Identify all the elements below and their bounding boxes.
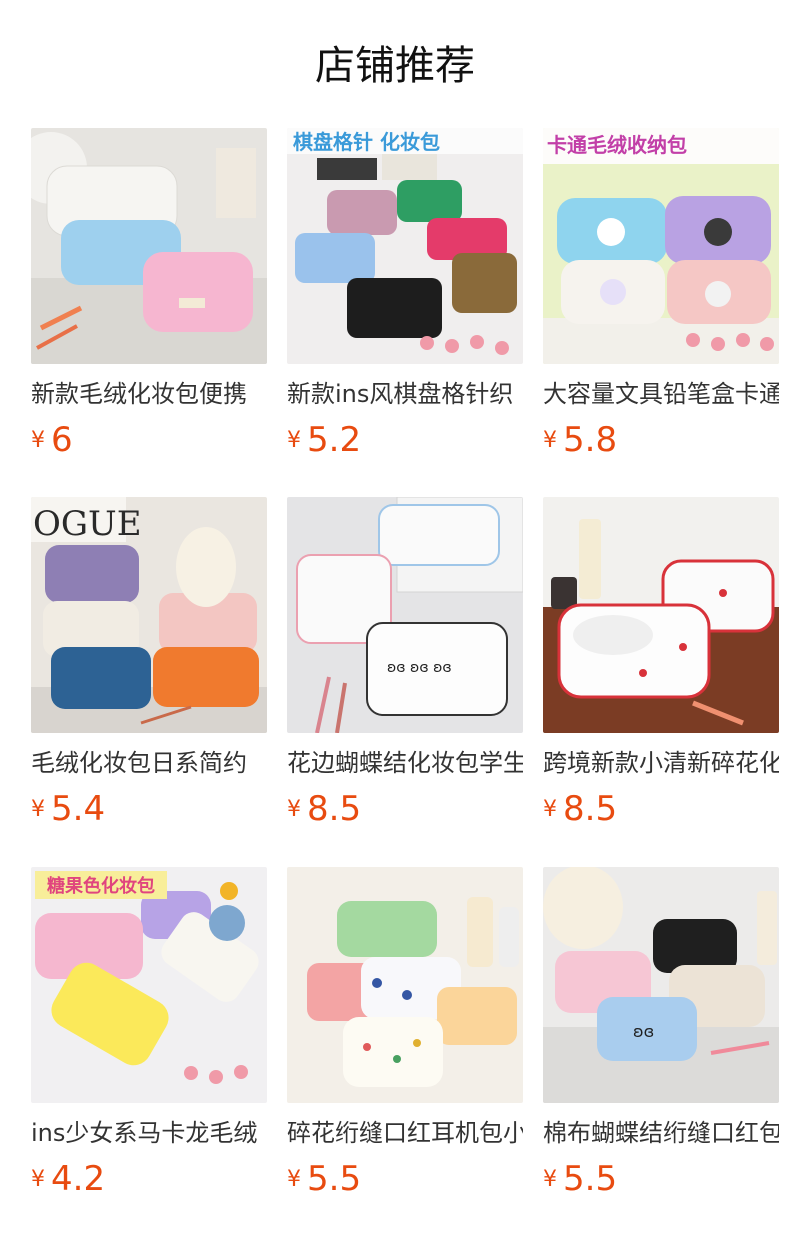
image-banner-text: 糖果色化妆包 bbox=[47, 875, 155, 897]
currency-symbol: ¥ bbox=[31, 428, 45, 453]
product-price: ¥5.4 bbox=[31, 789, 105, 829]
currency-symbol: ¥ bbox=[287, 428, 301, 453]
product-price: ¥5.5 bbox=[543, 1159, 617, 1199]
price-value: 5.8 bbox=[563, 420, 618, 460]
product-image[interactable]: ʚɞ bbox=[543, 867, 779, 1103]
product-name[interactable]: 跨境新款小清新碎花化 bbox=[543, 747, 779, 779]
product-price: ¥8.5 bbox=[543, 789, 617, 829]
currency-symbol: ¥ bbox=[31, 1167, 45, 1192]
price-value: 6 bbox=[51, 420, 73, 460]
price-value: 4.2 bbox=[51, 1159, 106, 1199]
product-price: ¥8.5 bbox=[287, 789, 361, 829]
product-price: ¥6 bbox=[31, 420, 73, 460]
product-name[interactable]: 花边蝴蝶结化妆包学生 bbox=[287, 747, 523, 779]
product-name[interactable]: 新款毛绒化妆包便携 bbox=[31, 378, 267, 410]
currency-symbol: ¥ bbox=[543, 797, 557, 822]
image-banner-text: 卡通毛绒收纳包 bbox=[547, 133, 687, 157]
product-price: ¥5.8 bbox=[543, 420, 617, 460]
product-image[interactable] bbox=[543, 497, 779, 733]
product-name[interactable]: ins少女系马卡龙毛绒 bbox=[31, 1117, 267, 1149]
product-image[interactable]: 卡通毛绒收纳包 bbox=[543, 128, 779, 364]
product-image[interactable] bbox=[31, 128, 267, 364]
product-price: ¥4.2 bbox=[31, 1159, 105, 1199]
product-image[interactable] bbox=[287, 867, 523, 1103]
price-value: 5.2 bbox=[307, 420, 362, 460]
currency-symbol: ¥ bbox=[287, 797, 301, 822]
price-value: 5.5 bbox=[307, 1159, 362, 1199]
product-image[interactable]: 糖果色化妆包 bbox=[31, 867, 267, 1103]
image-banner-text: 棋盘格针 化妆包 bbox=[293, 130, 440, 154]
svg-text:ʚɞ: ʚɞ bbox=[633, 1022, 654, 1041]
product-image[interactable]: OGUE bbox=[31, 497, 267, 733]
product-price: ¥5.2 bbox=[287, 420, 361, 460]
price-value: 8.5 bbox=[563, 789, 618, 829]
price-value: 8.5 bbox=[307, 789, 362, 829]
svg-text:OGUE: OGUE bbox=[33, 504, 142, 544]
product-name[interactable]: 毛绒化妆包日系简约 bbox=[31, 747, 267, 779]
price-value: 5.5 bbox=[563, 1159, 618, 1199]
product-name[interactable]: 新款ins风棋盘格针织 bbox=[287, 378, 523, 410]
product-image[interactable]: 棋盘格针 化妆包 bbox=[287, 128, 523, 364]
svg-text:ʚɞ ʚɞ ʚɞ: ʚɞ ʚɞ ʚɞ bbox=[387, 660, 452, 676]
page-title: 店铺推荐 bbox=[315, 43, 475, 89]
product-image[interactable]: ʚɞ ʚɞ ʚɞ bbox=[287, 497, 523, 733]
currency-symbol: ¥ bbox=[31, 797, 45, 822]
product-price: ¥5.5 bbox=[287, 1159, 361, 1199]
currency-symbol: ¥ bbox=[543, 1167, 557, 1192]
product-name[interactable]: 大容量文具铅笔盒卡通 bbox=[543, 378, 779, 410]
currency-symbol: ¥ bbox=[287, 1167, 301, 1192]
product-name[interactable]: 碎花绗缝口红耳机包小 bbox=[287, 1117, 523, 1149]
product-name[interactable]: 棉布蝴蝶结绗缝口红包 bbox=[543, 1117, 779, 1149]
price-value: 5.4 bbox=[51, 789, 106, 829]
currency-symbol: ¥ bbox=[543, 428, 557, 453]
